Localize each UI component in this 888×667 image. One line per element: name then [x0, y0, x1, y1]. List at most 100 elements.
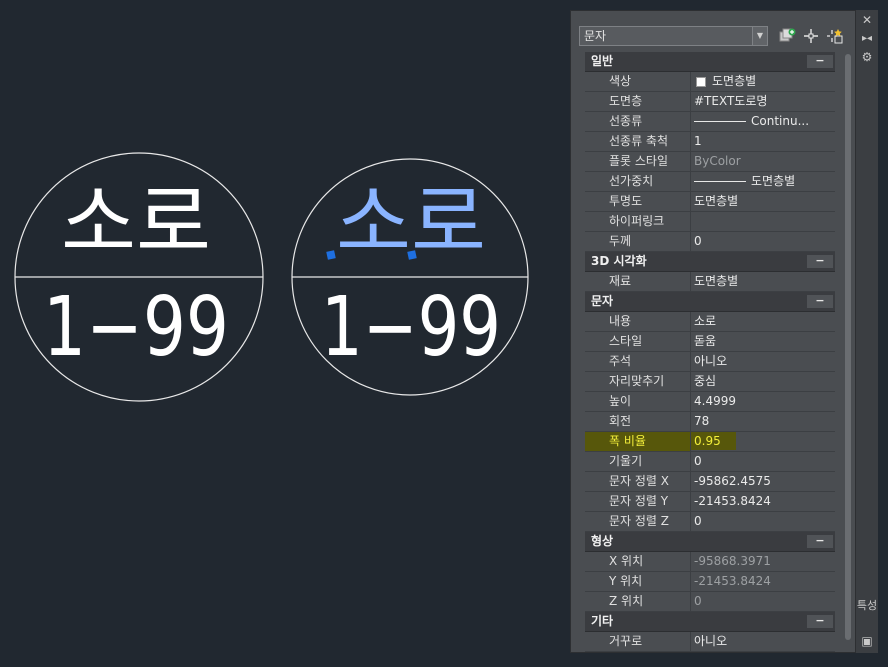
property-row[interactable]: 폭 비율 0.95: [585, 432, 835, 452]
toggle-pickadd-icon[interactable]: [778, 27, 796, 45]
property-value[interactable]: Continu...: [691, 112, 835, 131]
property-name: 두께: [585, 232, 691, 251]
property-value[interactable]: [691, 212, 835, 231]
road-label-symbol-left[interactable]: 소로 1−99: [14, 152, 264, 402]
property-row[interactable]: 문자 정렬 X -95862.4575: [585, 472, 835, 492]
property-value[interactable]: 아니오: [691, 352, 835, 371]
property-row[interactable]: 자리맞추기 중심: [585, 372, 835, 392]
property-value[interactable]: -95862.4575: [691, 472, 835, 491]
chevron-down-icon[interactable]: ▼: [752, 27, 767, 45]
property-row[interactable]: 재료 도면층별: [585, 272, 835, 292]
property-row[interactable]: Y 위치 -21453.8424: [585, 572, 835, 592]
property-name: 선종류 축척: [585, 132, 691, 151]
object-type-label: 문자: [584, 29, 607, 43]
grip-left[interactable]: [326, 250, 336, 260]
property-row[interactable]: 색상 도면층별: [585, 72, 835, 92]
property-row[interactable]: 선종류 축척 1: [585, 132, 835, 152]
scrollbar-thumb[interactable]: [845, 54, 851, 640]
property-value[interactable]: 0.95: [691, 432, 835, 451]
property-row[interactable]: 기울기 0: [585, 452, 835, 472]
property-value-text: 도면층별: [694, 274, 739, 288]
property-value[interactable]: 소로: [691, 312, 835, 331]
property-value[interactable]: 0: [691, 512, 835, 531]
drawing-canvas[interactable]: 소로 1−99 소로 1−99: [0, 0, 565, 667]
property-value[interactable]: ByColor: [691, 152, 835, 171]
property-row[interactable]: Z 위치 0: [585, 592, 835, 612]
property-row[interactable]: 문자 정렬 Y -21453.8424: [585, 492, 835, 512]
property-row[interactable]: 주석 아니오: [585, 352, 835, 372]
property-row[interactable]: 높이 4.4999: [585, 392, 835, 412]
collapse-icon[interactable]: −: [807, 535, 833, 548]
road-label-symbol-right[interactable]: 소로 1−99: [291, 158, 529, 396]
quick-select-icon[interactable]: [826, 27, 844, 45]
property-value[interactable]: 중심: [691, 372, 835, 391]
property-row[interactable]: 도면층 #TEXT도로명: [585, 92, 835, 112]
property-value-text: -95862.4575: [694, 474, 771, 488]
property-value[interactable]: 도면층별: [691, 192, 835, 211]
collapse-icon[interactable]: −: [807, 255, 833, 268]
property-value[interactable]: -95868.3971: [691, 552, 835, 571]
section-title: 형상: [591, 534, 614, 548]
section-header[interactable]: 일반 −: [585, 52, 835, 72]
property-value[interactable]: 도면층별: [691, 172, 835, 191]
properties-menu-icon[interactable]: ⚙: [856, 50, 878, 64]
property-row[interactable]: 내용 소로: [585, 312, 835, 332]
property-row[interactable]: 문자 정렬 Z0: [585, 512, 835, 532]
palette-icon: ▣: [861, 634, 873, 648]
property-value[interactable]: 도면층별: [691, 272, 835, 291]
road-code-text-right[interactable]: 1−99: [321, 280, 501, 375]
property-name: 높이: [585, 392, 691, 411]
section-header[interactable]: 3D 시각화 −: [585, 252, 835, 272]
select-objects-icon[interactable]: [802, 27, 820, 45]
collapse-icon[interactable]: −: [807, 615, 833, 628]
road-code-text-left[interactable]: 1−99: [43, 280, 229, 375]
property-name: 폭 비율: [585, 432, 691, 451]
road-name-text-left[interactable]: 소로: [61, 176, 211, 269]
property-value-text: 도면층별: [712, 74, 757, 88]
section-header[interactable]: 문자 −: [585, 292, 835, 312]
property-value[interactable]: -21453.8424: [691, 572, 835, 591]
autohide-icon[interactable]: ▸◂: [856, 32, 878, 46]
property-row[interactable]: 스타일 돋움: [585, 332, 835, 352]
property-row[interactable]: 선가중치 도면층별: [585, 172, 835, 192]
property-row[interactable]: X 위치 -95868.3971: [585, 552, 835, 572]
property-row[interactable]: 두께 0: [585, 232, 835, 252]
color-swatch-icon: [696, 76, 706, 87]
property-name: 문자 정렬 X: [585, 472, 691, 491]
property-value[interactable]: 0: [691, 452, 835, 471]
property-value-text: 중심: [694, 374, 717, 388]
property-name: 선종류: [585, 112, 691, 131]
property-row[interactable]: 거꾸로 아니오: [585, 632, 835, 652]
object-type-dropdown[interactable]: 문자 ▼: [579, 26, 768, 46]
property-value[interactable]: -21453.8424: [691, 492, 835, 511]
palette-side-bar: ✕ ▸◂ ⚙ 특성 ▣: [856, 10, 878, 653]
property-row[interactable]: 회전 78: [585, 412, 835, 432]
property-value[interactable]: 78: [691, 412, 835, 431]
grip-right[interactable]: [407, 250, 417, 260]
section-header[interactable]: 형상 −: [585, 532, 835, 552]
property-value[interactable]: 아니오: [691, 632, 835, 651]
property-name: 색상: [585, 72, 691, 91]
property-value[interactable]: 돋움: [691, 332, 835, 351]
property-name: Z 위치: [585, 592, 691, 611]
section-header[interactable]: 기타 −: [585, 612, 835, 632]
property-value[interactable]: #TEXT도로명: [691, 92, 835, 111]
property-row[interactable]: 플롯 스타일 ByColor: [585, 152, 835, 172]
property-value[interactable]: 0: [691, 232, 835, 251]
property-value[interactable]: 도면층별: [691, 72, 835, 91]
collapse-icon[interactable]: −: [807, 295, 833, 308]
property-value[interactable]: 4.4999: [691, 392, 835, 411]
close-icon[interactable]: ✕: [856, 13, 878, 27]
property-value-text: 0.95: [691, 432, 736, 450]
property-value[interactable]: 0: [691, 592, 835, 611]
property-name: 자리맞추기: [585, 372, 691, 391]
property-grid-scrollbar[interactable]: [844, 52, 852, 642]
collapse-icon[interactable]: −: [807, 55, 833, 68]
property-value-text: 0: [694, 594, 702, 608]
property-value-text: 돋움: [694, 334, 717, 348]
property-row[interactable]: 투명도 도면층별: [585, 192, 835, 212]
property-row[interactable]: 선종류 Continu...: [585, 112, 835, 132]
property-row[interactable]: 하이퍼링크: [585, 212, 835, 232]
property-value[interactable]: 1: [691, 132, 835, 151]
property-name: 회전: [585, 412, 691, 431]
